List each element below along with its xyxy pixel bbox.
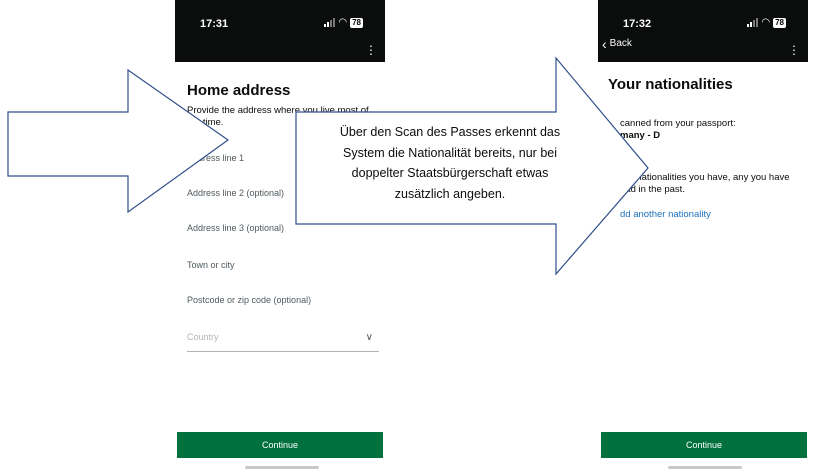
annotation-line-1: Über den Scan des Passes erkennt das	[339, 125, 561, 139]
annotation-line-2: System die Nationalität bereits, nur bei	[343, 145, 557, 160]
annotation-line-4: zusätzlich angeben.	[394, 186, 506, 201]
arrow-left-shape	[7, 68, 230, 214]
annotation-arrows	[7, 56, 649, 276]
annotation-line-3: doppelter Staatsbürgerschaft etwas	[351, 166, 549, 180]
annotation-text: Über den Scan des Passes erkennt das Sys…	[300, 118, 600, 222]
